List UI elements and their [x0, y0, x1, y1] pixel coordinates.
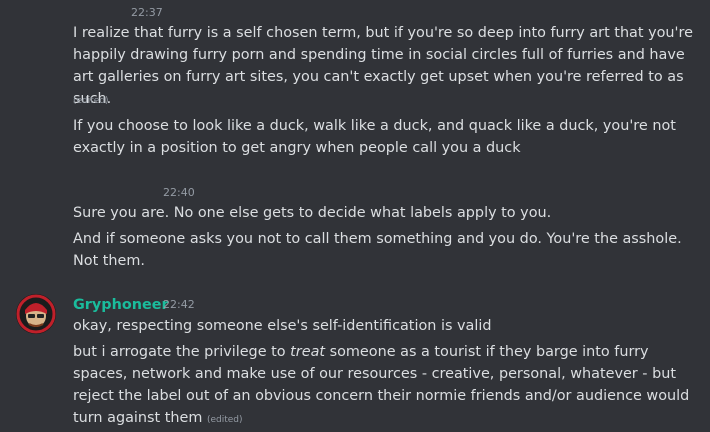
- message-text: And if someone asks you not to call them…: [73, 231, 682, 269]
- avatar-image: [16, 294, 56, 334]
- message-body: I realize that furry is a self chosen te…: [73, 25, 693, 107]
- message-body-part: but i arrogate the privilege to: [73, 344, 291, 360]
- message-text: I realize that furry is a self chosen te…: [73, 22, 693, 110]
- message-timestamp: 22:40: [163, 186, 195, 199]
- edited-label: (edited): [73, 96, 109, 106]
- emphasis-text: treat: [290, 344, 326, 360]
- message-text: Sure you are. No one else gets to decide…: [73, 205, 552, 221]
- message-timestamp: 22:37: [131, 6, 163, 19]
- edited-label: (edited): [206, 415, 243, 425]
- user-avatar[interactable]: [16, 294, 56, 334]
- message-text: okay, respecting someone else's self-ide…: [73, 318, 492, 334]
- username[interactable]: Gryphoneer: [73, 295, 169, 315]
- message-text: but i arrogate the privilege to treat so…: [73, 341, 693, 431]
- message-timestamp: 22:42: [163, 298, 195, 311]
- message-text: If you choose to look like a duck, walk …: [73, 118, 676, 156]
